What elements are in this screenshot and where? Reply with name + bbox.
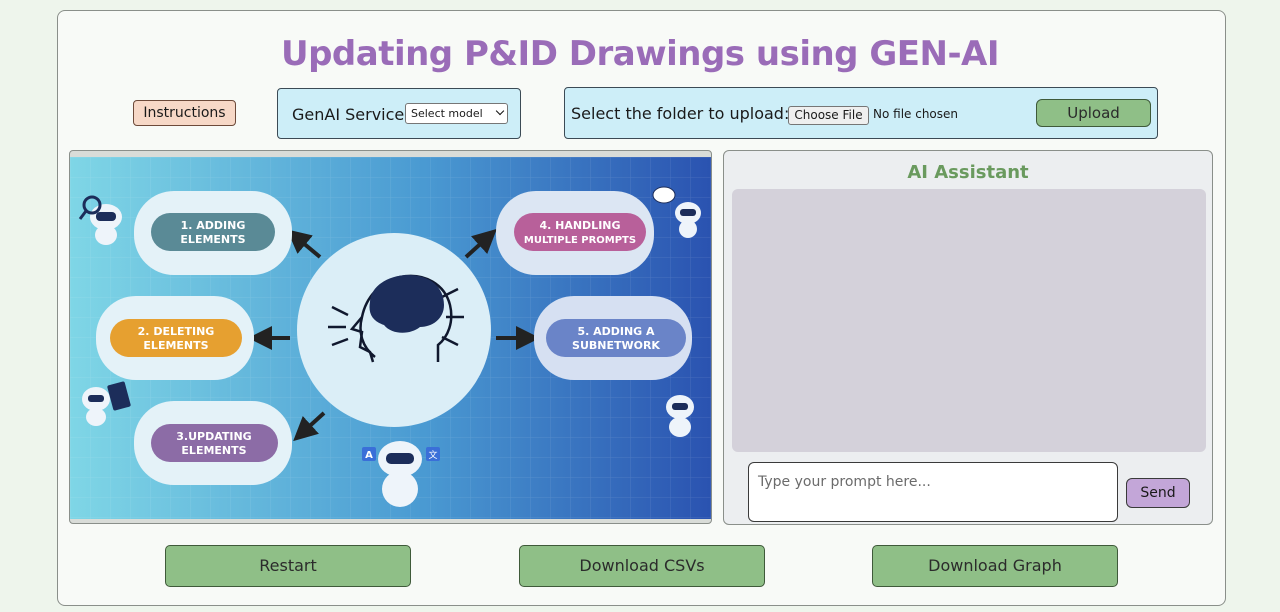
folder-upload-label: Select the folder to upload: [571, 104, 790, 123]
choose-file-button[interactable]: Choose File [788, 106, 869, 125]
ai-assistant-panel: AI Assistant Type your prompt here... Se… [723, 150, 1213, 525]
translate-badge-left: A [365, 450, 373, 461]
step-5-line1: 5. ADDING A [577, 325, 655, 338]
prompt-input[interactable]: Type your prompt here... [748, 462, 1118, 522]
step-2-line1: 2. DELETING [138, 325, 215, 338]
step-4-bubble: 4. HANDLING MULTIPLE PROMPTS [496, 191, 654, 275]
upload-button[interactable]: Upload [1036, 99, 1151, 127]
genai-service-panel: GenAI Service: Select model [277, 88, 521, 139]
step-1-line2: ELEMENTS [180, 233, 245, 246]
restart-button[interactable]: Restart [165, 545, 411, 587]
step-4-line1: 4. HANDLING [539, 219, 620, 232]
step-5-bubble: 5. ADDING A SUBNETWORK [534, 296, 692, 380]
assistant-title: AI Assistant [907, 162, 1029, 183]
model-select[interactable]: Select model [405, 103, 508, 124]
prompt-placeholder: Type your prompt here... [758, 474, 931, 490]
download-graph-button[interactable]: Download Graph [872, 545, 1118, 587]
step-2-bubble: 2. DELETING ELEMENTS [96, 296, 254, 380]
step-1-line1: 1. ADDING [181, 219, 246, 232]
upload-panel: Select the folder to upload: Choose File… [564, 87, 1158, 139]
genai-service-label: GenAI Service: [292, 105, 410, 124]
workflow-illustration: 1. ADDING ELEMENTS 2. DELETING ELEMENTS … [69, 150, 712, 524]
step-3-bubble: 3.UPDATING ELEMENTS [134, 401, 292, 485]
step-3-line2: ELEMENTS [181, 444, 246, 457]
step-4-line2: MULTIPLE PROMPTS [524, 235, 636, 246]
page-title: Updating P&ID Drawings using GEN-AI [280, 34, 1000, 74]
chevron-down-icon [495, 106, 505, 116]
workflow-diagram: 1. ADDING ELEMENTS 2. DELETING ELEMENTS … [70, 157, 711, 519]
step-3-line1: 3.UPDATING [176, 430, 251, 443]
chat-history[interactable] [732, 189, 1206, 452]
step-2-line2: ELEMENTS [143, 339, 208, 352]
download-csvs-button[interactable]: Download CSVs [519, 545, 765, 587]
send-button[interactable]: Send [1126, 478, 1190, 508]
file-status: No file chosen [873, 107, 959, 121]
step-1-bubble: 1. ADDING ELEMENTS [134, 191, 292, 275]
step-5-line2: SUBNETWORK [572, 339, 660, 352]
instructions-button[interactable]: Instructions [133, 100, 236, 126]
model-select-value: Select model [411, 107, 483, 120]
translate-badge-right: 文 [428, 449, 437, 461]
